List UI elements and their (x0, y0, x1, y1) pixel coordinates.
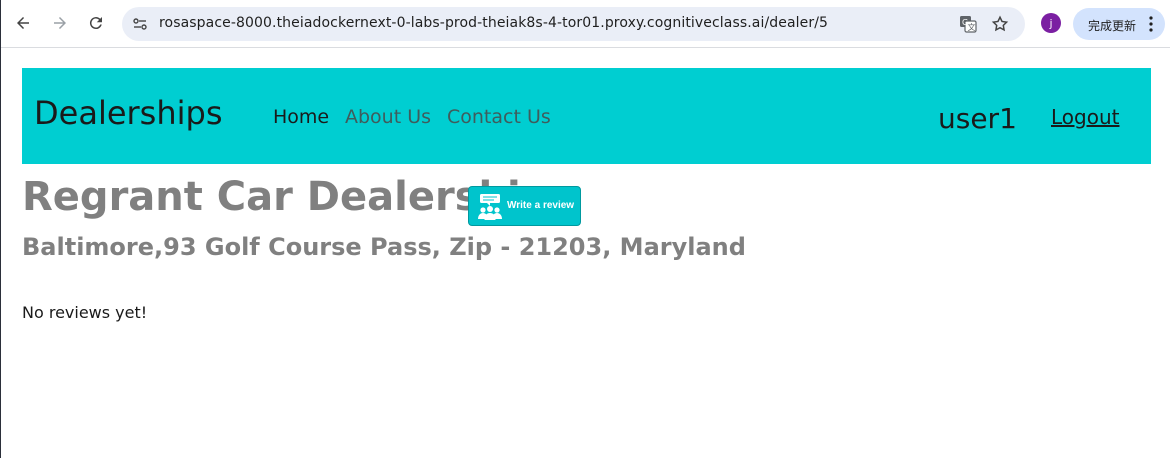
reload-button[interactable] (83, 10, 109, 36)
forward-button[interactable] (47, 10, 73, 36)
nav-link-home[interactable]: Home (273, 106, 329, 128)
kebab-menu-icon (1149, 16, 1153, 32)
no-reviews-message: No reviews yet! (22, 303, 148, 322)
write-review-button[interactable]: Write a review (468, 186, 581, 226)
username: user1 (938, 102, 1017, 135)
star-icon (991, 15, 1009, 32)
svg-text:文: 文 (968, 22, 976, 32)
translate-icon: G 文 (960, 16, 977, 33)
address-bar[interactable]: rosaspace-8000.theiadockernext-0-labs-pr… (122, 7, 1025, 41)
site-info-button[interactable] (131, 15, 149, 33)
dealer-address: Baltimore,93 Golf Course Pass, Zip - 212… (22, 233, 746, 261)
reload-icon (89, 17, 102, 30)
profile-avatar[interactable]: j (1041, 13, 1061, 33)
site-info-icon (133, 18, 147, 30)
navbar: Dealerships Home About Us Contact Us use… (22, 68, 1151, 164)
back-button[interactable] (10, 10, 36, 36)
update-button[interactable]: 完成更新 (1073, 8, 1165, 40)
update-label: 完成更新 (1088, 19, 1137, 33)
write-review-label: Write a review (507, 200, 575, 211)
back-icon (17, 17, 29, 29)
logout-link[interactable]: Logout (1051, 105, 1119, 129)
bookmark-button[interactable] (990, 14, 1010, 34)
browser-toolbar: rosaspace-8000.theiadockernext-0-labs-pr… (1, 0, 1170, 48)
forward-icon (54, 17, 66, 29)
brand-title[interactable]: Dealerships (34, 94, 223, 132)
nav-link-about-us[interactable]: About Us (345, 106, 431, 128)
translate-button[interactable]: G 文 (958, 14, 978, 34)
nav-link-contact-us[interactable]: Contact Us (447, 106, 551, 128)
review-people-icon (478, 194, 502, 220)
url-text[interactable]: rosaspace-8000.theiadockernext-0-labs-pr… (159, 15, 828, 31)
